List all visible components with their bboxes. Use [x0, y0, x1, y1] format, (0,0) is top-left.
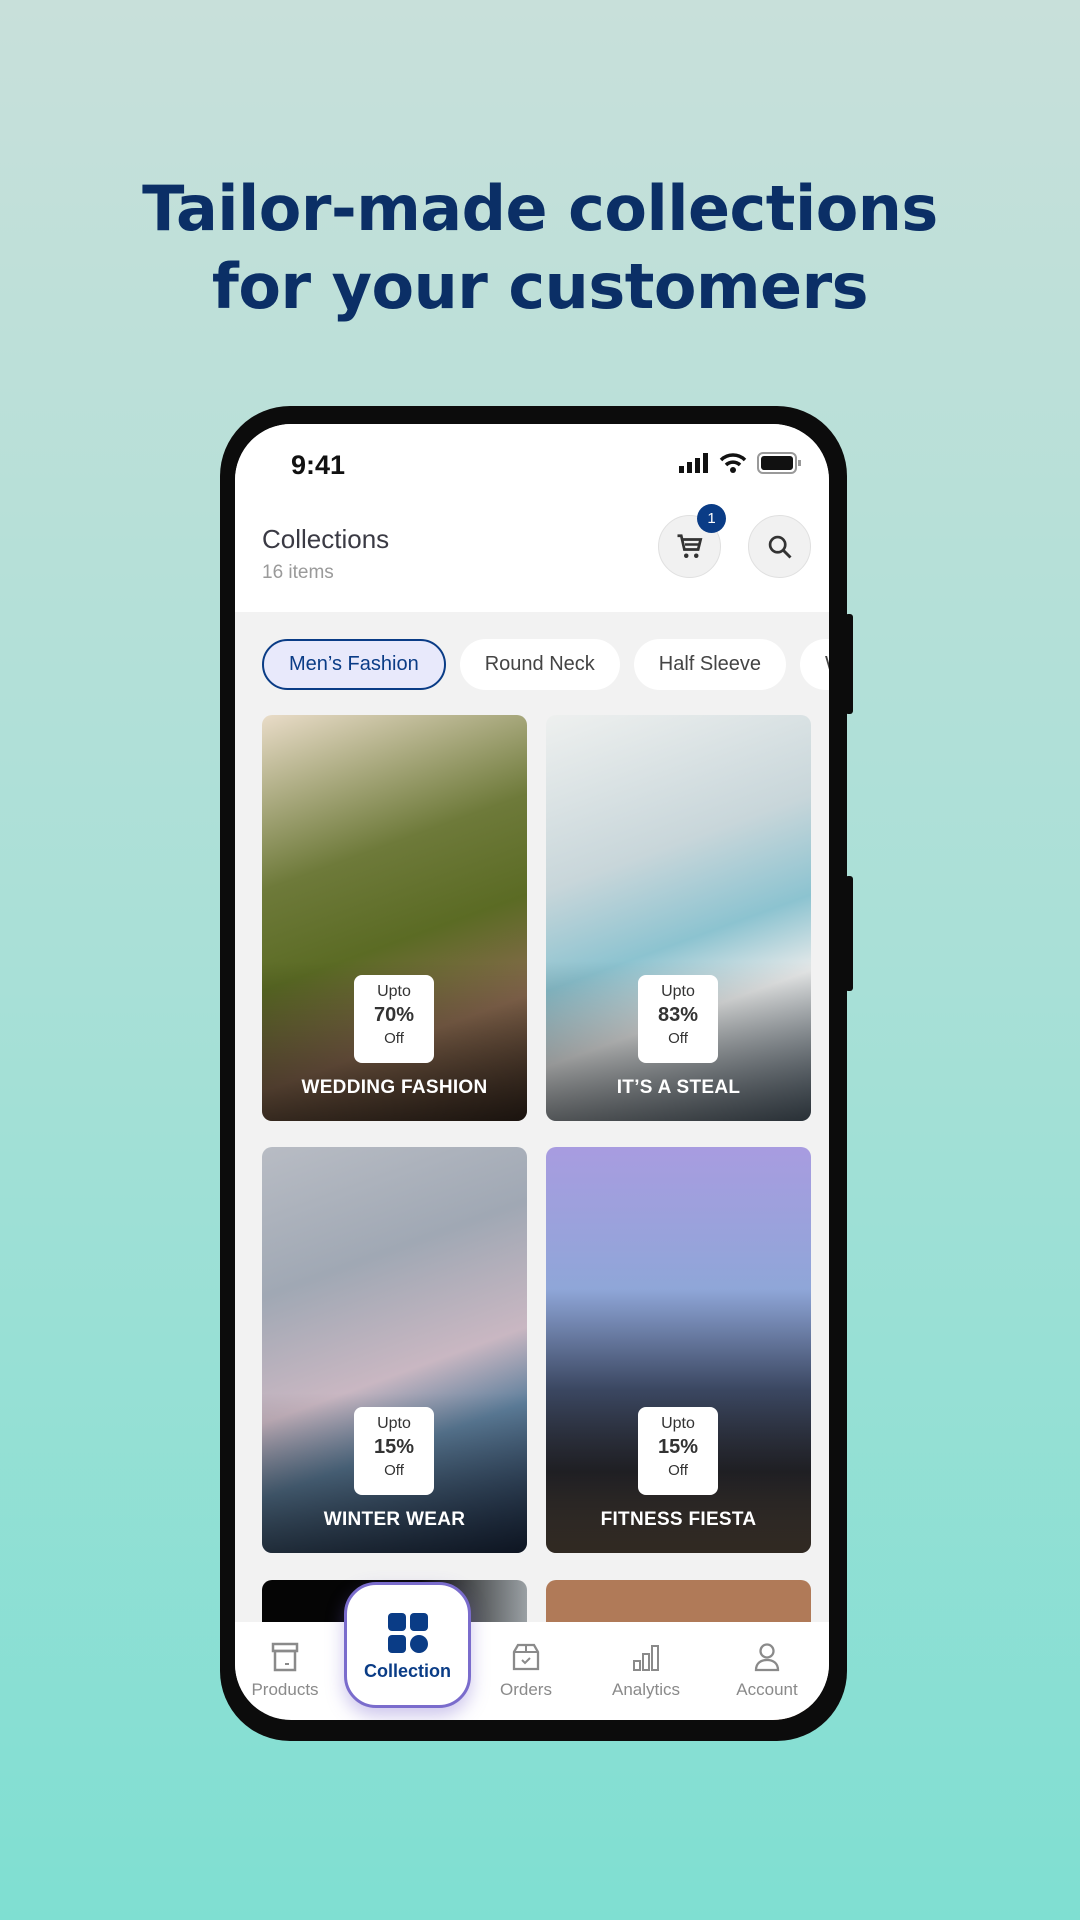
filter-chips: Men’s Fashion Round Neck Half Sleeve W [262, 639, 829, 690]
item-count: 16 items [262, 562, 334, 583]
status-bar: 9:41 [235, 424, 829, 514]
bottom-nav: Products Orders Analytics Account [235, 1622, 829, 1720]
card-title: FITNESS FIESTA [600, 1509, 757, 1530]
nav-collection[interactable]: Collection [344, 1582, 471, 1708]
discount-badge: Upto 70% Off [354, 975, 434, 1063]
cart-badge: 1 [697, 504, 726, 533]
nav-analytics[interactable]: Analytics [591, 1642, 701, 1700]
app-screen: 9:41 Collections 16 items 1 Men’s Fashio… [235, 424, 829, 1720]
chip-more[interactable]: W [800, 639, 829, 690]
headline-line-2: for your customers [211, 250, 869, 323]
discount-badge: Upto 83% Off [638, 975, 718, 1063]
cart-icon [677, 533, 702, 558]
box-icon [271, 1642, 299, 1672]
nav-orders[interactable]: Orders [471, 1642, 581, 1700]
chip-mens-fashion[interactable]: Men’s Fashion [262, 639, 446, 690]
search-icon [768, 535, 792, 559]
app-header: Collections 16 items 1 [235, 504, 829, 612]
nav-products[interactable]: Products [235, 1642, 340, 1700]
card-title: WINTER WEAR [323, 1509, 466, 1530]
status-time: 9:41 [291, 450, 346, 480]
collection-card-its-a-steal[interactable]: Upto 83% Off IT’S A STEAL [546, 715, 811, 1121]
bar-chart-icon [633, 1645, 659, 1671]
cart-button[interactable]: 1 [658, 504, 726, 578]
battery-icon [757, 452, 801, 474]
collection-card-wedding-fashion[interactable]: Upto 70% Off WEDDING FASHION [262, 715, 527, 1121]
discount-badge: Upto 15% Off [354, 1407, 434, 1495]
search-button[interactable] [748, 515, 811, 578]
chip-half-sleeve[interactable]: Half Sleeve [633, 639, 787, 690]
signal-icon [679, 453, 708, 473]
page-title: Collections [262, 524, 390, 554]
collection-card-fitness-fiesta[interactable]: Upto 15% Off FITNESS FIESTA [546, 1147, 811, 1553]
card-title: IT’S A STEAL [616, 1077, 741, 1098]
wifi-icon [719, 453, 747, 473]
nav-account[interactable]: Account [712, 1642, 822, 1700]
user-icon [754, 1643, 780, 1672]
package-check-icon [512, 1643, 540, 1671]
headline: Tailor-made collections for your custome… [0, 170, 1080, 326]
collection-card-winter-wear[interactable]: Upto 15% Off WINTER WEAR [262, 1147, 527, 1553]
headline-line-1: Tailor-made collections [142, 172, 938, 245]
card-title: WEDDING FASHION [301, 1077, 488, 1098]
discount-badge: Upto 15% Off [638, 1407, 718, 1495]
chip-round-neck[interactable]: Round Neck [459, 639, 620, 690]
phone-frame: 9:41 Collections 16 items 1 Men’s Fashio… [220, 406, 853, 1741]
grid-icon [387, 1613, 428, 1653]
